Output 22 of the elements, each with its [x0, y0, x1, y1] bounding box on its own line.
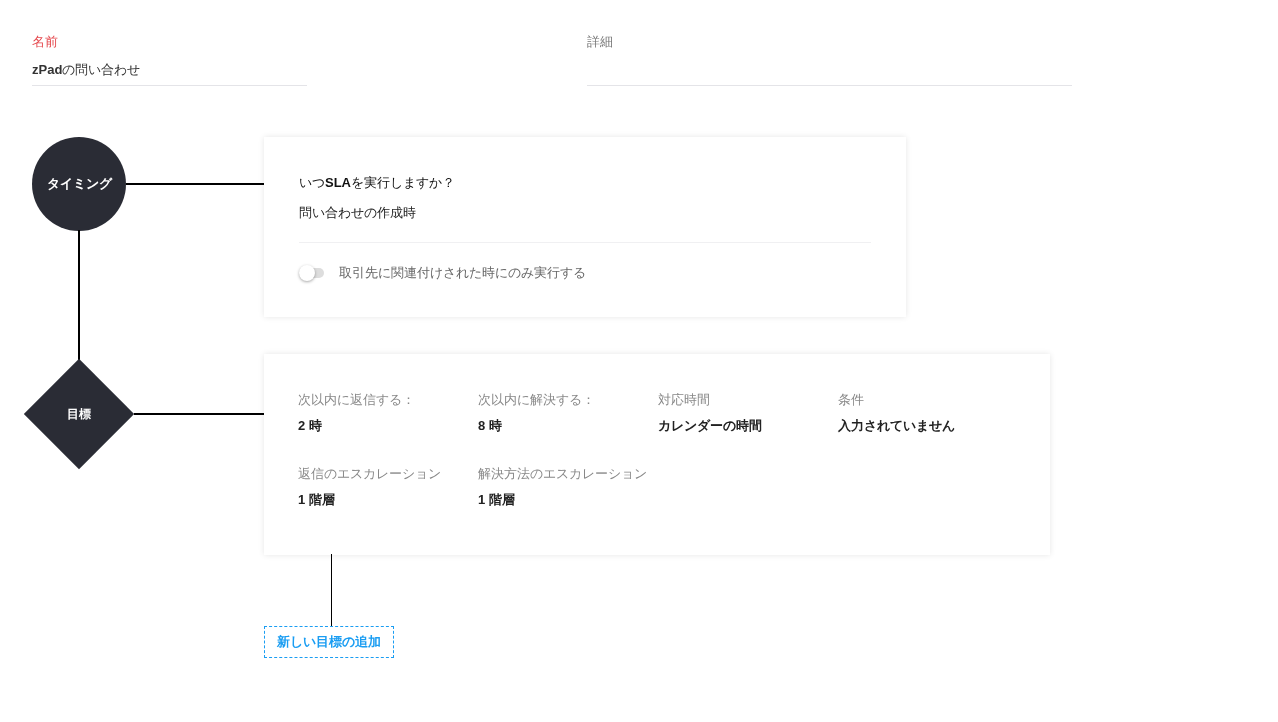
goal-value: 入力されていません — [838, 417, 956, 435]
field-label: 名前 — [32, 33, 59, 51]
input-field[interactable]: zPadの問い合わせ — [32, 61, 307, 86]
goal-label: 条件 — [838, 391, 865, 409]
timing-node: タイミング — [32, 137, 126, 231]
goal-value: 1 階層 — [478, 491, 516, 509]
goal-label: 次以内に解決する： — [478, 391, 596, 409]
goal-label: 次以内に返信する： — [298, 391, 416, 409]
goal-value: 1 階層 — [298, 491, 336, 509]
goal-value: 8 時 — [478, 417, 503, 435]
answer-text: 問い合わせの作成時 — [299, 204, 417, 222]
toggle-label: 取引先に関連付けされた時にのみ実行する — [339, 264, 586, 282]
goal-label: 対応時間 — [658, 391, 711, 409]
toggle-switch[interactable] — [299, 267, 324, 278]
goal-label: 解決方法のエスカレーション — [478, 465, 648, 483]
goal-value: カレンダーの時間 — [658, 417, 763, 435]
connector-line — [331, 554, 332, 626]
goal-value: 2 時 — [298, 417, 323, 435]
question-text: いつSLAを実行しますか？ — [299, 174, 456, 192]
field-label: 詳細 — [587, 33, 614, 51]
goal-node-label: 目標 — [67, 406, 91, 423]
goal-label: 返信のエスカレーション — [298, 465, 442, 483]
